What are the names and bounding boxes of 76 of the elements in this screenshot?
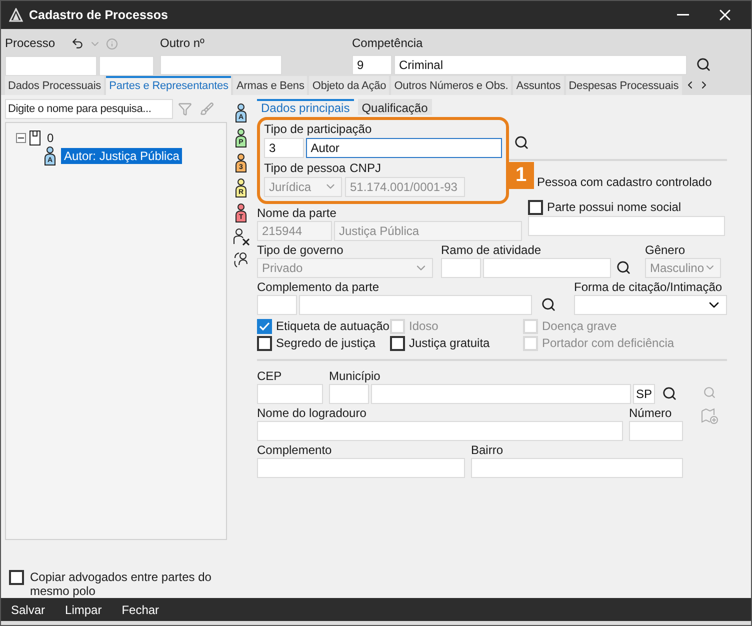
tab[interactable]: Assuntos <box>513 76 564 95</box>
checkbox[interactable] <box>9 570 24 585</box>
input-field[interactable] <box>257 420 623 441</box>
input-field[interactable]: 3 <box>264 138 304 158</box>
field-label: Município <box>329 368 382 384</box>
input-field[interactable] <box>257 458 465 478</box>
input-field[interactable] <box>160 55 282 75</box>
checkbox-label: Portador com deficiência <box>542 336 674 351</box>
input-field[interactable] <box>441 258 481 278</box>
tab[interactable]: Armas e Bens <box>233 76 308 95</box>
checkbox[interactable] <box>528 200 543 215</box>
tree-item[interactable]: 0 <box>44 130 57 146</box>
dropdown[interactable] <box>574 294 727 315</box>
input-field[interactable] <box>5 56 97 76</box>
input-field[interactable] <box>371 384 631 404</box>
checkbox-label: Doença grave <box>542 318 617 334</box>
collapse-icon[interactable] <box>16 132 26 143</box>
tab[interactable]: Dados principais <box>257 98 354 115</box>
field-label: CEP <box>257 368 283 384</box>
checkbox-label: Idoso <box>409 318 438 334</box>
checkbox-label: Segredo de justiça <box>276 336 376 351</box>
field-label: Tipo de participação <box>264 122 373 137</box>
minimize-icon <box>677 14 689 16</box>
footer-button[interactable]: Salvar <box>11 602 46 617</box>
field-label: Forma de citação/Intimação <box>574 280 724 295</box>
field-label: Complemento <box>257 442 333 458</box>
input-field[interactable]: 9 <box>352 54 392 75</box>
input-field[interactable] <box>483 258 611 278</box>
input-field[interactable] <box>257 294 297 315</box>
map-add-icon[interactable] <box>701 408 719 424</box>
input-field[interactable]: Criminal <box>394 54 687 75</box>
callout-badge: 1 <box>508 162 534 189</box>
input-field[interactable] <box>329 384 369 404</box>
input-field[interactable] <box>99 56 154 76</box>
tab[interactable]: Dados Processuais <box>5 76 104 95</box>
input-field[interactable] <box>299 294 532 315</box>
footer-button[interactable]: Limpar <box>65 602 102 617</box>
input-field[interactable] <box>257 384 323 404</box>
tab[interactable]: Partes e Representantes <box>106 76 232 95</box>
tab[interactable]: Qualificação <box>358 98 432 115</box>
checkbox-label: Pessoa com cadastro controlado <box>537 174 713 190</box>
checkbox-label: Copiar advogados entre partes do mesmo polo <box>30 570 212 598</box>
field-label: CNPJ <box>350 160 381 176</box>
app-logo-icon <box>9 8 23 22</box>
field-label: Bairro <box>471 442 504 458</box>
field-label: Número <box>629 406 673 421</box>
input-field[interactable] <box>629 420 683 441</box>
field-label: Processo <box>5 36 56 52</box>
checkbox-label: Justiça gratuita <box>409 336 490 351</box>
field-label: Outro nº <box>160 35 206 52</box>
search-field[interactable]: Digite o nome para pesquisa... <box>5 98 173 119</box>
field-label: Nome da parte <box>257 206 338 221</box>
document-icon <box>29 130 41 146</box>
remove-person-icon[interactable] <box>233 228 251 246</box>
checkbox[interactable] <box>257 318 272 334</box>
field-label: Nome do logradouro <box>257 406 368 421</box>
field-label: Ramo de atividade <box>441 242 542 258</box>
input-field[interactable] <box>471 458 683 478</box>
tab[interactable]: Despesas Processuais <box>566 76 682 95</box>
checkbox[interactable] <box>257 336 272 351</box>
checkbox[interactable] <box>390 336 405 351</box>
tree-item[interactable]: Autor: Justiça Pública <box>61 148 182 164</box>
input-field[interactable] <box>528 216 725 236</box>
footer-button[interactable]: Fechar <box>122 602 160 617</box>
tab[interactable]: Objeto da Ação <box>309 76 390 95</box>
field-label: Gênero <box>645 242 686 258</box>
input-field[interactable]: SP <box>633 384 655 404</box>
input-field[interactable]: Autor <box>306 138 502 158</box>
tab[interactable]: Outros Números e Obs. <box>391 76 512 95</box>
checkbox-label: Parte possui nome social <box>547 200 682 215</box>
field-label: Tipo de governo <box>257 242 344 258</box>
field-label: Complemento da parte <box>257 280 380 295</box>
field-label: Competência <box>352 34 424 52</box>
field-label: Tipo de pessoa <box>264 160 346 176</box>
window-title: Cadastro de Processos <box>29 8 169 22</box>
checkbox-label: Etiqueta de autuação <box>276 318 390 334</box>
